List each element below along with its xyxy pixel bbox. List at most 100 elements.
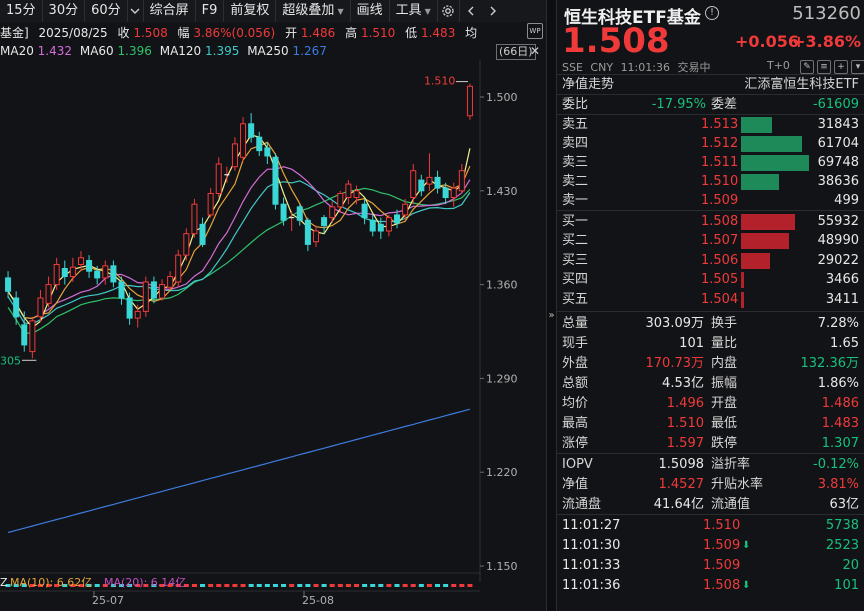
volume-ma10-label: MA(10): 6.62亿: [10, 576, 92, 589]
stat-label: 涨停: [562, 434, 588, 453]
volume-bar: [362, 584, 367, 587]
order-ratio-row: 委比 -17.95% 委差 -61609: [557, 95, 864, 114]
ask-level-row[interactable]: 卖三1.51169748: [557, 153, 864, 172]
x-tick-label: 25-08: [302, 594, 334, 607]
ask-level-row[interactable]: 卖四 1.512 61704: [557, 134, 864, 153]
candle-body: [411, 171, 416, 198]
draw-line-button[interactable]: 画线: [351, 0, 390, 22]
ask-volume: 499: [834, 191, 859, 210]
stat-label: IOPV: [562, 455, 593, 474]
kline-chart[interactable]: 1.5001.4301.3601.2901.2201.1501.510305ZM…: [0, 60, 546, 611]
bid-volume-bar: [741, 253, 770, 269]
next-arrow-icon[interactable]: [482, 0, 504, 22]
stat-label: 溢折率: [711, 455, 750, 474]
composite-screen-button[interactable]: 综合屏: [144, 0, 196, 22]
bid-level-row[interactable]: 买三1.50629022: [557, 251, 864, 270]
ma20-label: MA20: [0, 44, 34, 58]
bid-price: 1.504: [701, 290, 738, 309]
stat-label: 均价: [562, 394, 588, 413]
tools-button[interactable]: 工具▼: [390, 0, 438, 22]
period-60m-button[interactable]: 60分: [85, 0, 128, 22]
edit-icon[interactable]: ✎: [800, 60, 814, 74]
bid-level-label: 买四: [562, 270, 588, 289]
candle-body: [70, 267, 75, 276]
collapse-arrow-icon[interactable]: »: [546, 310, 557, 321]
candle-body: [200, 224, 205, 244]
period-30m-button[interactable]: 30分: [43, 0, 86, 22]
candle-body: [143, 282, 148, 311]
ask-level-row[interactable]: 卖一1.509499: [557, 191, 864, 210]
stat-label: 总量: [562, 314, 588, 333]
panel-tools: ✎≡+▾: [797, 58, 864, 74]
bid-level-row[interactable]: 买二1.50748990: [557, 231, 864, 250]
pre-adjust-button[interactable]: 前复权: [224, 0, 276, 22]
ask-level-row[interactable]: 卖二1.51038636: [557, 172, 864, 191]
volume-bar: [265, 584, 270, 587]
ask-volume-bar: [741, 136, 802, 152]
ask-level-label: 卖三: [562, 153, 588, 172]
prev-arrow-icon[interactable]: [460, 0, 482, 22]
nav-trend-link[interactable]: 净值走势: [562, 75, 614, 94]
ask-volume-bar: [741, 117, 772, 133]
last-price: 1.508: [562, 22, 670, 60]
ask-level-label: 卖四: [562, 134, 588, 153]
ask-volume-bar: [741, 174, 779, 190]
close-label: 收: [118, 26, 130, 40]
period-15m-button[interactable]: 15分: [0, 0, 43, 22]
volume-bar: [354, 584, 359, 587]
volume-bar: [451, 584, 456, 587]
candle-body: [62, 269, 67, 277]
super-overlay-button[interactable]: 超级叠加▼: [276, 0, 350, 22]
candle-body: [127, 298, 132, 318]
volume-bar: [249, 584, 254, 587]
f9-button[interactable]: F9: [196, 0, 225, 22]
ask-volume-bar: [741, 155, 809, 171]
chevron-down-icon[interactable]: ▾: [851, 60, 864, 74]
stat-row: 流通盘41.64亿流通值63亿: [557, 495, 864, 514]
add-icon[interactable]: +: [834, 60, 848, 74]
close-value: 1.508: [133, 26, 167, 40]
candle-body: [192, 204, 197, 233]
x-tick-label: 25-07: [92, 594, 124, 607]
stat-label: 最低: [711, 414, 737, 433]
panel-divider[interactable]: [546, 0, 557, 611]
stat-value: 1.510: [667, 414, 704, 433]
candle-body: [427, 177, 432, 184]
ma60-value: 1.396: [118, 44, 152, 58]
candle-body: [14, 298, 19, 317]
ask-price: 1.512: [701, 134, 738, 153]
candle-body: [176, 255, 181, 282]
candle-body: [273, 157, 278, 204]
volume-bar: [330, 584, 335, 587]
nav-row[interactable]: 净值走势 汇添富恒生科技ETF: [557, 75, 864, 94]
settings-icon[interactable]: [438, 0, 460, 22]
chart-close-icon[interactable]: ✕: [528, 44, 542, 58]
ask-level-label: 卖一: [562, 191, 588, 210]
bid-level-row[interactable]: 买四1.5053466: [557, 270, 864, 289]
volume-bar: [459, 584, 464, 587]
candle-body: [46, 285, 51, 304]
more-periods-icon[interactable]: [128, 0, 144, 22]
list-icon[interactable]: ≡: [817, 60, 831, 74]
tick-volume: 5738: [826, 516, 859, 535]
candle-body: [216, 164, 221, 193]
wp-icon[interactable]: WP: [527, 23, 543, 39]
candle-body: [305, 220, 310, 244]
stat-value: 7.28%: [818, 314, 859, 333]
stat-value: 1.86%: [818, 374, 859, 393]
volume-bar: [338, 584, 343, 587]
bid-volume: 3466: [826, 270, 859, 289]
candle-body: [257, 137, 262, 150]
bid-level-row[interactable]: 买五1.5043411: [557, 290, 864, 309]
stat-row: 外盘170.73万内盘132.36万: [557, 354, 864, 373]
bid-volume: 55932: [818, 212, 859, 231]
ask-volume: 61704: [818, 134, 859, 153]
info-circle-icon[interactable]: !: [705, 6, 719, 20]
candle-body: [338, 193, 343, 206]
t0-label: T+0: [767, 59, 790, 72]
ask-level-row[interactable]: 卖五1.51331843: [557, 115, 864, 134]
bid-volume-bar: [741, 233, 789, 249]
candle-body: [119, 282, 124, 298]
ask-price: 1.513: [701, 115, 738, 134]
bid-level-row[interactable]: 买一1.50855932: [557, 212, 864, 231]
